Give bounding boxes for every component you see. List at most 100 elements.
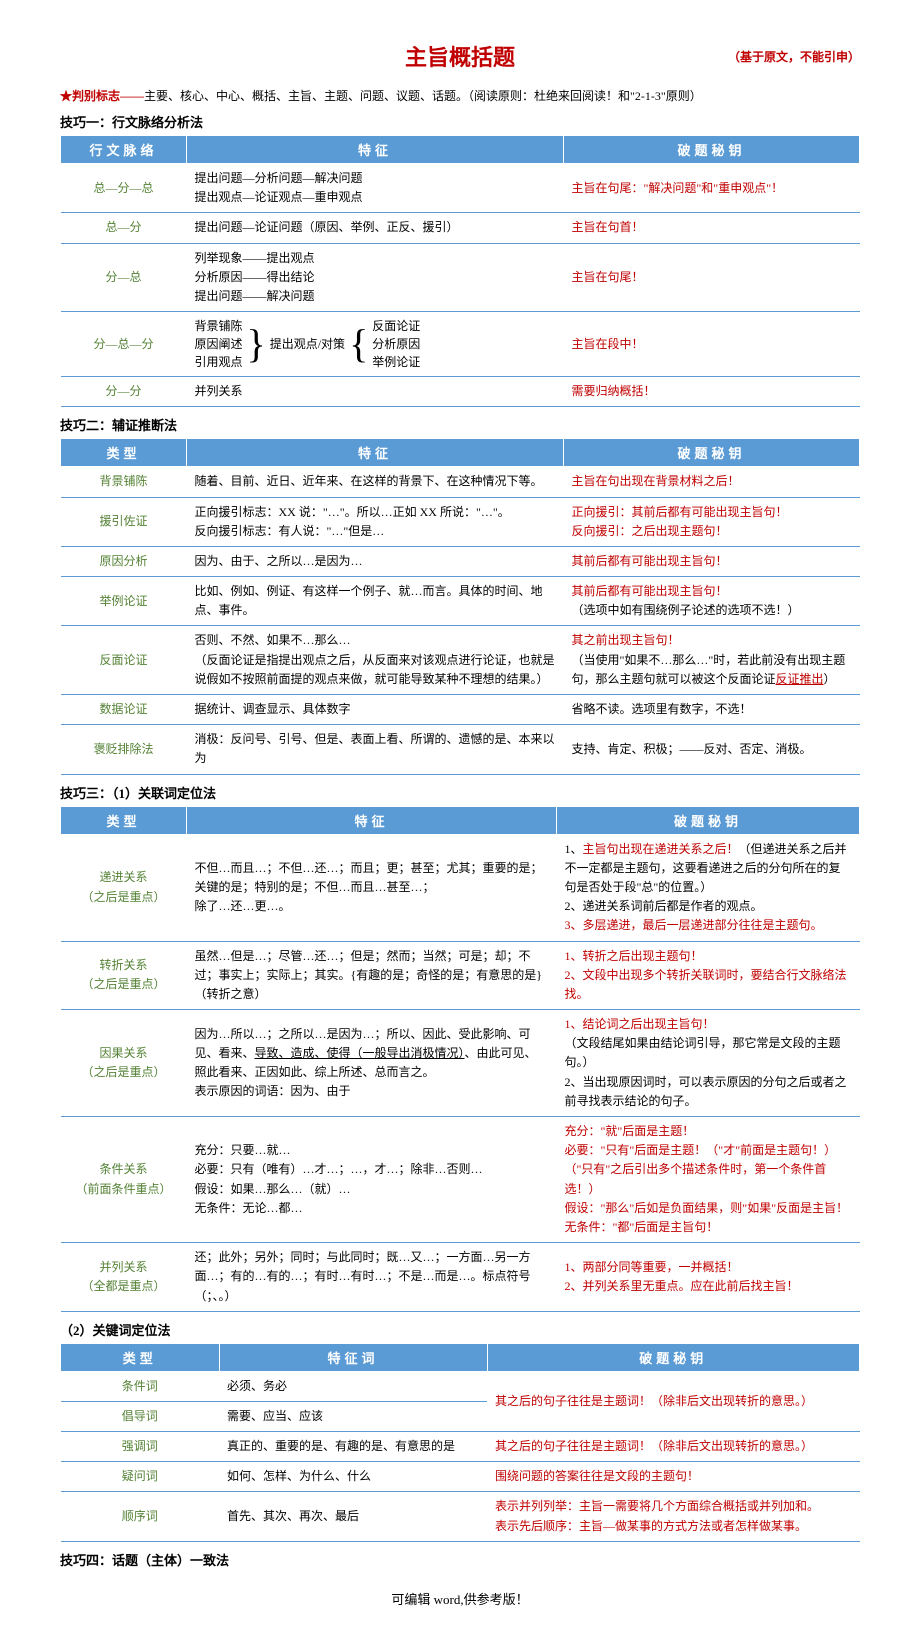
t1r4-l1: 背景铺陈 bbox=[195, 317, 243, 335]
table-row: 分—总—分 背景铺陈 原因阐述 引用观点 } 提出观点/对策 { 反面论证 分析… bbox=[61, 312, 860, 377]
t3r3-feat: 因为…所以…；之所以…是因为…；所以、因此、受此影响、可见、看来、导致、造成、使… bbox=[187, 1010, 557, 1117]
section3-title: 技巧三：（1）关联词定位法 bbox=[60, 783, 860, 802]
t2r5-keyC: 反证推出 bbox=[776, 672, 824, 686]
table-header-row: 类型 特征 破题秘钥 bbox=[61, 806, 860, 834]
table-row: 总—分—总 提出问题—分析问题—解决问题 提出观点—论证观点—重申观点 主旨在句… bbox=[61, 164, 860, 213]
t4r2-feat: 需要、应当、应该 bbox=[219, 1401, 487, 1431]
t2r6-type: 数据论证 bbox=[61, 695, 187, 725]
col-key: 破题秘钥 bbox=[564, 439, 860, 467]
table-1: 行文脉络 特征 破题秘钥 总—分—总 提出问题—分析问题—解决问题 提出观点—论… bbox=[60, 135, 860, 407]
t2r5-feat: 否则、不然、如果不…那么… （反面论证是指提出观点之后，从反面来对该观点进行论证… bbox=[187, 626, 564, 695]
marker-line: ★判别标志——主要、核心、中心、概括、主旨、主题、问题、议题、话题。（阅读原则：… bbox=[60, 87, 860, 104]
table-row: 原因分析 因为、由于、之所以…是因为… 其前后都有可能出现主旨句！ bbox=[61, 546, 860, 576]
t1r4-l3: 引用观点 bbox=[195, 353, 243, 371]
col-featword: 特征词 bbox=[219, 1343, 487, 1371]
t3r1-feat: 不但…而且…；不但…还…；而且；更；甚至；尤其；重要的是；关键的是；特别的是；不… bbox=[187, 834, 557, 941]
t1r4-type: 分—总—分 bbox=[61, 312, 187, 377]
t4r4-type: 疑问词 bbox=[61, 1462, 220, 1492]
table-row: 强调词 真正的、重要的是、有趣的是、有意思的是 其之后的句子往往是主题词！（除非… bbox=[61, 1432, 860, 1462]
t3r1-key: 1、主旨句出现在递进关系之后！（但递进关系之后并不一定都是主题句，这要看递进之后… bbox=[557, 834, 860, 941]
t2r3-key: 其前后都有可能出现主旨句！ bbox=[564, 546, 860, 576]
brace-icon: { bbox=[349, 324, 368, 364]
col-type: 类型 bbox=[61, 1343, 220, 1371]
t1r1-feat: 提出问题—分析问题—解决问题 提出观点—论证观点—重申观点 bbox=[187, 164, 564, 213]
t2r6-feat: 据统计、调查显示、具体数字 bbox=[187, 695, 564, 725]
table-row: 疑问词 如何、怎样、为什么、什么 围绕问题的答案往往是文段的主题句！ bbox=[61, 1462, 860, 1492]
t2r4-keyA: 其前后都有可能出现主旨句！ bbox=[572, 584, 728, 598]
title-note: （基于原文，不能引申） bbox=[728, 48, 860, 65]
marker-prefix: ★判别标志—— bbox=[60, 89, 144, 103]
table-row: 因果关系 （之后是重点） 因为…所以…；之所以…是因为…；所以、因此、受此影响、… bbox=[61, 1010, 860, 1117]
table-row: 援引佐证 正向援引标志：XX 说："…"。所以…正如 XX 所说："…"。 反向… bbox=[61, 497, 860, 546]
col-type: 类型 bbox=[61, 806, 187, 834]
t1r1-key: 主旨在句尾："解决问题"和"重申观点"！ bbox=[564, 164, 860, 213]
title-row: 主旨概括题 （基于原文，不能引申） bbox=[60, 40, 860, 72]
t2r2-keyA: 正向援引：其前后都有可能出现主旨句！ bbox=[572, 505, 788, 519]
t3r2-feat: 虽然…但是…；尽管…还…；但是；然而；当然；可是；却；不过；事实上；实际上；其实… bbox=[187, 941, 557, 1010]
section4-title: 技巧四：话题（主体）一致法 bbox=[60, 1550, 860, 1569]
table-header-row: 类型 特征 破题秘钥 bbox=[61, 439, 860, 467]
table-row: 分—分 并列关系 需要归纳概括！ bbox=[61, 377, 860, 407]
table-header-row: 类型 特征词 破题秘钥 bbox=[61, 1343, 860, 1371]
t3r5-key: 1、两部分同等重要，一并概括！ 2、并列关系里无重点。应在此前后找主旨！ bbox=[557, 1243, 860, 1312]
table-row: 褒贬排除法 消极：反问号、引号、但是、表面上看、所谓的、遗憾的是、本来以为 支持… bbox=[61, 725, 860, 774]
t3r2-type: 转折关系 （之后是重点） bbox=[61, 941, 187, 1010]
t3r2-key: 1、转折之后出现主题句！ 2、文段中出现多个转折关联词时，要结合行文脉络法找。 bbox=[557, 941, 860, 1010]
t2r7-feat: 消极：反问号、引号、但是、表面上看、所谓的、遗憾的是、本来以为 bbox=[187, 725, 564, 774]
t4r4-key: 围绕问题的答案往往是文段的主题句！ bbox=[487, 1462, 859, 1492]
table-row: 举例论证 比如、例如、例证、有这样一个例子、就…而言。具体的时间、地点、事件。 … bbox=[61, 577, 860, 626]
t1r3-feat: 列举现象——提出观点 分析原因——得出结论 提出问题——解决问题 bbox=[187, 243, 564, 312]
t3r5-type: 并列关系 （全都是重点） bbox=[61, 1243, 187, 1312]
t4r5-type: 顺序词 bbox=[61, 1492, 220, 1541]
t4r2-type: 倡导词 bbox=[61, 1401, 220, 1431]
t2r2-feat: 正向援引标志：XX 说："…"。所以…正如 XX 所说："…"。 反向援引标志：… bbox=[187, 497, 564, 546]
t2r4-keyB: （选项中如有围绕例子论述的选项不选！） bbox=[572, 603, 800, 617]
table-3: 类型 特征 破题秘钥 递进关系 （之后是重点） 不但…而且…；不但…还…；而且；… bbox=[60, 806, 860, 1312]
table-row: 顺序词 首先、其次、再次、最后 表示并列列举：主旨一需要将几个方面综合概括或并列… bbox=[61, 1492, 860, 1541]
section2-title: 技巧二：辅证推断法 bbox=[60, 415, 860, 434]
t2r1-key: 主旨在句出现在背景材料之后！ bbox=[564, 467, 860, 497]
t2r5-key: 其之前出现主旨句！ （当使用"如果不…那么…"时，若此前没有出现主题句，那么主题… bbox=[564, 626, 860, 695]
t4r4-feat: 如何、怎样、为什么、什么 bbox=[219, 1462, 487, 1492]
t2r7-key: 支持、肯定、积极；——反对、否定、消极。 bbox=[564, 725, 860, 774]
col-feat: 特征 bbox=[187, 806, 557, 834]
col-key: 破题秘钥 bbox=[557, 806, 860, 834]
t2r5-keyA: 其之前出现主旨句！ bbox=[572, 633, 680, 647]
t1r3-key: 主旨在句尾！ bbox=[564, 243, 860, 312]
col-key: 破题秘钥 bbox=[487, 1343, 859, 1371]
t1r5-feat: 并列关系 bbox=[187, 377, 564, 407]
marker-body: 主要、核心、中心、概括、主旨、主题、问题、议题、话题。（阅读原则：杜绝来回阅读！… bbox=[144, 89, 702, 103]
table-row: 并列关系 （全都是重点） 还；此外；另外；同时；与此同时；既…又…；一方面…另一… bbox=[61, 1243, 860, 1312]
t2r7-type: 褒贬排除法 bbox=[61, 725, 187, 774]
t2r2-keyB: 反向援引：之后出现主题句！ bbox=[572, 524, 728, 538]
t2r2-key: 正向援引：其前后都有可能出现主旨句！ 反向援引：之后出现主题句！ bbox=[564, 497, 860, 546]
table-row: 背景铺陈 随着、目前、近日、近年来、在这样的背景下、在这种情况下等。 主旨在句出… bbox=[61, 467, 860, 497]
t1r4-r3: 举例论证 bbox=[372, 353, 420, 371]
col-type: 类型 bbox=[61, 439, 187, 467]
t1r4-mid: 提出观点/对策 bbox=[270, 335, 345, 354]
t3r1-type: 递进关系 （之后是重点） bbox=[61, 834, 187, 941]
t4r12-key: 其之后的句子往往是主题词！（除非后文出现转折的意思。） bbox=[487, 1371, 859, 1431]
table-2: 类型 特征 破题秘钥 背景铺陈 随着、目前、近日、近年来、在这样的背景下、在这种… bbox=[60, 438, 860, 774]
col-feat: 特征 bbox=[187, 439, 564, 467]
t1r3-type: 分—总 bbox=[61, 243, 187, 312]
t4r5-feat: 首先、其次、再次、最后 bbox=[219, 1492, 487, 1541]
table-row: 条件关系 （前面条件重点） 充分：只要…就… 必要：只有（唯有）…才…；…，才…… bbox=[61, 1117, 860, 1243]
t1r2-feat: 提出问题—论证问题（原因、举例、正反、援引） bbox=[187, 213, 564, 243]
table-row: 转折关系 （之后是重点） 虽然…但是…；尽管…还…；但是；然而；当然；可是；却；… bbox=[61, 941, 860, 1010]
t1r4-r2: 分析原因 bbox=[372, 335, 420, 353]
t3r3-type: 因果关系 （之后是重点） bbox=[61, 1010, 187, 1117]
t1r2-key: 主旨在句首！ bbox=[564, 213, 860, 243]
t1r5-type: 分—分 bbox=[61, 377, 187, 407]
col-key: 破题秘钥 bbox=[564, 136, 860, 164]
t2r5-type: 反面论证 bbox=[61, 626, 187, 695]
table-4: 类型 特征词 破题秘钥 条件词 必须、务必 其之后的句子往往是主题词！（除非后文… bbox=[60, 1343, 860, 1542]
t3r4-type: 条件关系 （前面条件重点） bbox=[61, 1117, 187, 1243]
t3r4-key: 充分："就"后面是主题！ 必要："只有"后面是主题！（"才"前面是主题句！）（"… bbox=[557, 1117, 860, 1243]
section3b-title: （2）关键词定位法 bbox=[60, 1320, 860, 1339]
t4r1-feat: 必须、务必 bbox=[219, 1371, 487, 1401]
t2r1-feat: 随着、目前、近日、近年来、在这样的背景下、在这种情况下等。 bbox=[187, 467, 564, 497]
table-row: 数据论证 据统计、调查显示、具体数字 省略不读。选项里有数字，不选！ bbox=[61, 695, 860, 725]
t4r3-key: 其之后的句子往往是主题词！（除非后文出现转折的意思。） bbox=[487, 1432, 859, 1462]
t2r6-key: 省略不读。选项里有数字，不选！ bbox=[564, 695, 860, 725]
